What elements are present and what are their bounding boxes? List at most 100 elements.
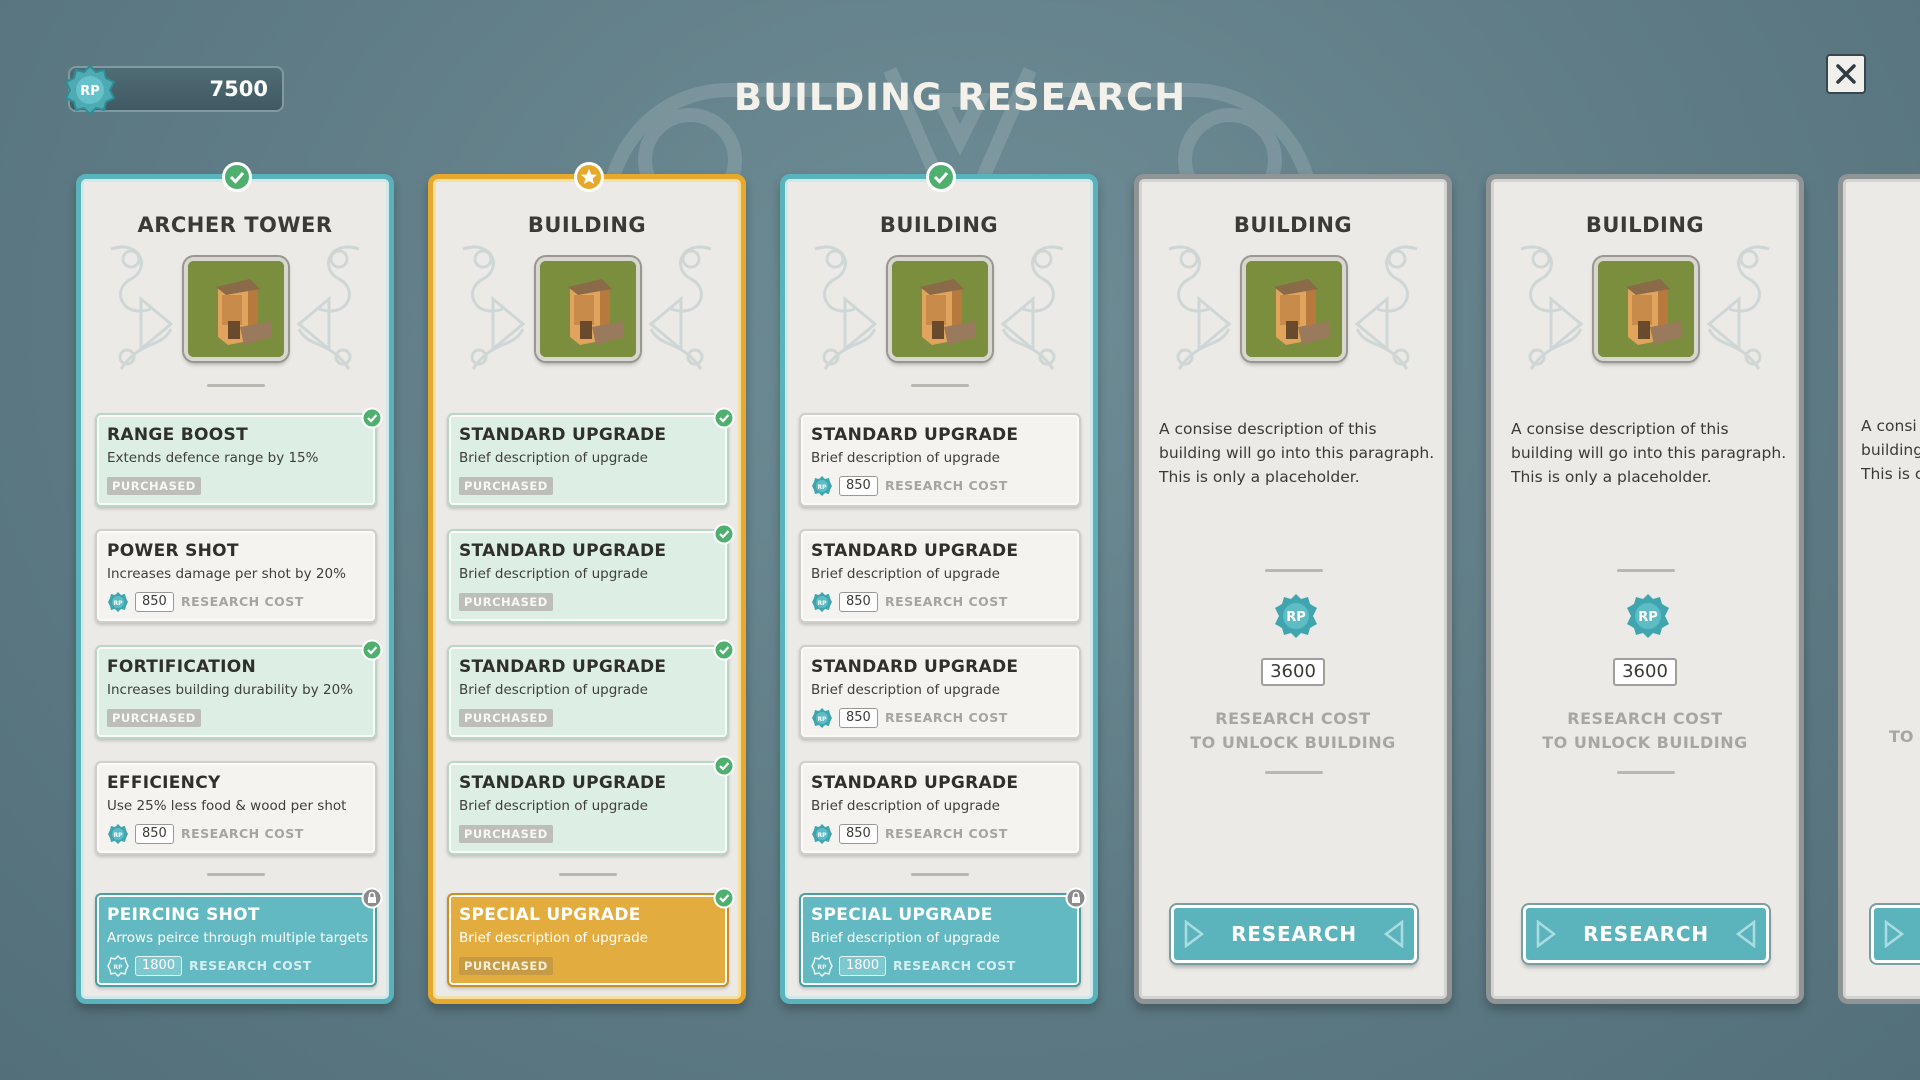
upgrade-name: SPECIAL UPGRADE [459, 905, 641, 925]
research-button-label: RESEARCH [1231, 922, 1357, 946]
divider [1265, 569, 1323, 572]
upgrade-description: Brief description of upgrade [811, 566, 1000, 582]
purchased-tag: PURCHASED [459, 477, 553, 495]
upgrade-description: Use 25% less food & wood per shot [107, 798, 347, 814]
card-title: BUILDING [527, 213, 647, 237]
description-fragment: building [1861, 441, 1920, 459]
research-button[interactable]: RESEARCH [1523, 905, 1769, 963]
unlock-cost-label: RESEARCH COST TO UNLOCK BUILDING [1190, 709, 1396, 752]
upgrade-card[interactable]: STANDARD UPGRADE Brief description of up… [447, 407, 735, 507]
cost-amount: 850 [839, 476, 878, 496]
svg-text:RP: RP [817, 832, 827, 839]
purchased-tag: PURCHASED [107, 709, 201, 727]
rp-icon: RP [812, 708, 832, 728]
description-fragment: This is c [1861, 465, 1920, 483]
rp-icon: RP [812, 592, 832, 612]
research-button[interactable] [1871, 905, 1920, 963]
upgrade-card[interactable]: STANDARD UPGRADE Brief description of up… [447, 639, 735, 739]
card-title: ARCHER TOWER [137, 213, 333, 237]
svg-text:RP: RP [113, 964, 123, 971]
cost-label: RESEARCH COST [181, 594, 304, 609]
upgrade-card[interactable]: STANDARD UPGRADE Brief description of up… [799, 413, 1081, 507]
cost-amount: 850 [135, 592, 174, 612]
upgrade-card[interactable]: STANDARD UPGRADE Brief description of up… [447, 523, 735, 623]
building-card-5[interactable]: BUILDING A consise description of this b… [1486, 174, 1804, 1004]
upgrade-name: POWER SHOT [107, 541, 239, 561]
upgrade-name: STANDARD UPGRADE [459, 541, 667, 561]
upgrade-name: SPECIAL UPGRADE [811, 905, 993, 925]
close-icon [1836, 64, 1856, 84]
rp-icon: RP [108, 824, 128, 844]
lock-icon [1065, 887, 1087, 909]
purchased-tag: PURCHASED [459, 593, 553, 611]
building-image [1594, 257, 1698, 361]
upgrade-description: Brief description of upgrade [459, 682, 648, 698]
purchased-tag: PURCHASED [459, 709, 553, 727]
unlock-cost-amount: 3600 [1261, 658, 1325, 686]
cost-label: RESEARCH COST [885, 826, 1008, 841]
upgrade-description: Brief description of upgrade [459, 930, 648, 946]
upgrade-card[interactable]: FORTIFICATION Increases building durabil… [95, 639, 383, 739]
building-card-3[interactable]: BUILDING STANDARD UPGRADE Brief descript… [780, 162, 1098, 1004]
card-title: BUILDING [1585, 213, 1705, 237]
building-image [888, 257, 992, 361]
cost-label: RESEARCH COST [893, 958, 1016, 973]
upgrade-card[interactable]: STANDARD UPGRADE Brief description of up… [447, 755, 735, 855]
upgrade-description: Extends defence range by 15% [107, 450, 319, 466]
svg-text:RP: RP [113, 600, 123, 607]
upgrade-card[interactable]: STANDARD UPGRADE Brief description of up… [799, 761, 1081, 855]
description-fragment: A consi [1861, 417, 1917, 435]
upgrade-card[interactable]: RANGE BOOST Extends defence range by 15%… [95, 407, 383, 507]
purchased-check-icon [713, 407, 735, 429]
upgrade-name: PEIRCING SHOT [107, 905, 260, 925]
upgrade-name: STANDARD UPGRADE [459, 657, 667, 677]
cost-amount: 850 [839, 824, 878, 844]
upgrade-card[interactable]: STANDARD UPGRADE Brief description of up… [799, 529, 1081, 623]
cost-label: RESEARCH COST [189, 958, 312, 973]
card-title: BUILDING [1233, 213, 1353, 237]
arrow-left-icon [1383, 920, 1404, 948]
upgrade-name: STANDARD UPGRADE [811, 425, 1019, 445]
completed-check-icon [222, 162, 252, 192]
cost-label: RESEARCH COST [885, 594, 1008, 609]
upgrade-name: STANDARD UPGRADE [811, 657, 1019, 677]
svg-text:RP: RP [817, 600, 827, 607]
building-description: A consise description of this building w… [1511, 420, 1787, 486]
svg-text:RP: RP [817, 484, 827, 491]
building-card-4[interactable]: BUILDING A consise description of this b… [1134, 174, 1452, 1004]
card-title: BUILDING [879, 213, 999, 237]
upgrade-description: Brief description of upgrade [811, 450, 1000, 466]
svg-text:RP: RP [1638, 610, 1658, 625]
building-card-2[interactable]: BUILDING STANDARD UPGRADE Brief descript… [428, 162, 746, 1004]
purchased-tag: PURCHASED [459, 957, 553, 975]
research-button[interactable]: RESEARCH [1171, 905, 1417, 963]
rp-icon: RP [1275, 594, 1317, 638]
upgrade-card[interactable]: EFFICIENCY Use 25% less food & wood per … [95, 761, 377, 855]
purchased-check-icon [713, 887, 735, 909]
building-card-partial[interactable]: A consi building This is c TO [1838, 174, 1920, 1004]
upgrade-name: STANDARD UPGRADE [811, 541, 1019, 561]
building-card-archer-tower[interactable]: ARCHER TOWER RANGE BOOST Extends defence… [76, 162, 394, 1004]
special-upgrade-card[interactable]: SPECIAL UPGRADE Brief description of upg… [799, 887, 1087, 987]
special-upgrade-card[interactable]: SPECIAL UPGRADE Brief description of upg… [447, 887, 735, 987]
cost-amount: 850 [839, 708, 878, 728]
rp-icon: RP [811, 955, 833, 977]
special-upgrade-card[interactable]: PEIRCING SHOT Arrows peirce through mult… [95, 887, 383, 987]
upgrade-card[interactable]: POWER SHOT Increases damage per shot by … [95, 529, 377, 623]
purchased-check-icon [713, 639, 735, 661]
star-icon [574, 162, 604, 192]
upgrade-description: Brief description of upgrade [459, 798, 648, 814]
upgrade-description: Increases damage per shot by 20% [107, 566, 346, 582]
research-button-label: RESEARCH [1583, 922, 1709, 946]
upgrade-card[interactable]: STANDARD UPGRADE Brief description of up… [799, 645, 1081, 739]
upgrade-description: Brief description of upgrade [811, 798, 1000, 814]
cost-amount: 850 [135, 824, 174, 844]
arrow-right-icon [1884, 920, 1905, 948]
rp-icon: RP [812, 476, 832, 496]
divider [207, 873, 265, 876]
divider [911, 384, 969, 387]
completed-check-icon [926, 162, 956, 192]
close-button[interactable] [1826, 54, 1866, 94]
cost-label: RESEARCH COST [885, 710, 1008, 725]
upgrade-name: FORTIFICATION [107, 657, 257, 677]
